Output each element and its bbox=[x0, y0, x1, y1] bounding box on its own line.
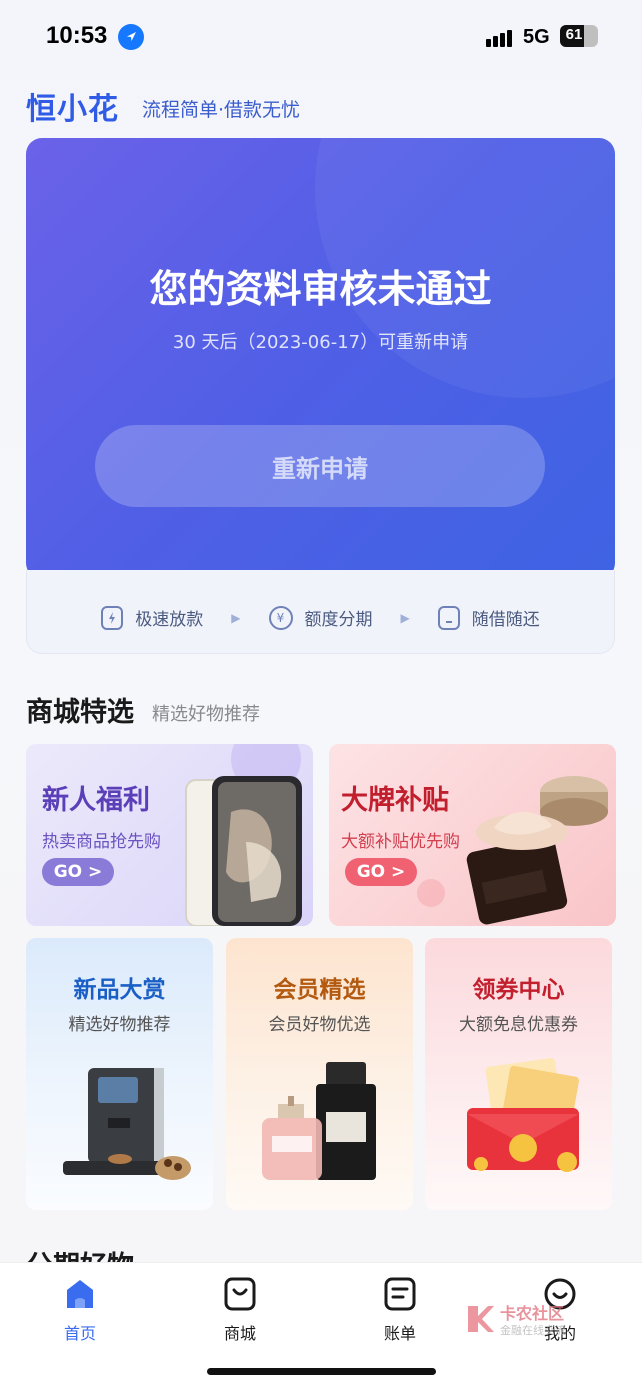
bill-icon bbox=[384, 1277, 416, 1311]
shield-bolt-icon bbox=[101, 605, 124, 630]
category-title: 会员精选 bbox=[273, 977, 366, 1003]
shop-bag-icon bbox=[224, 1277, 256, 1311]
status-time: 10:53 bbox=[46, 22, 108, 49]
promo-title: 大牌补贴 bbox=[341, 785, 449, 816]
mall-section-title: 商城特选 bbox=[26, 697, 134, 728]
perfume-product-image bbox=[262, 1062, 376, 1180]
category-subtitle: 大额免息优惠券 bbox=[459, 1015, 578, 1035]
category-card-new-arrivals[interactable]: 新品大赏 精选好物推荐 bbox=[26, 938, 213, 1210]
feature-fast-loan: 极速放款 bbox=[101, 605, 203, 630]
tab-label: 首页 bbox=[63, 1324, 96, 1343]
home-indicator bbox=[207, 1368, 436, 1375]
promo-subtitle: 热卖商品抢先购 bbox=[42, 832, 161, 852]
promo-subtitle: 大额补贴优先购 bbox=[341, 832, 460, 852]
arrow-right-icon: ▶ bbox=[400, 610, 410, 625]
promo-card-brand-subsidy[interactable]: 大牌补贴 大额补贴优先购 GO > bbox=[329, 744, 616, 926]
mall-section-subtitle: 精选好物推荐 bbox=[152, 704, 260, 725]
feature-flexible-repay: 随借随还 bbox=[437, 605, 540, 630]
promo-title: 新人福利 bbox=[42, 785, 150, 816]
tab-label: 账单 bbox=[383, 1324, 416, 1343]
location-arrow-icon bbox=[118, 24, 144, 50]
community-watermark: 卡农社区 金融在线交流 bbox=[464, 1300, 594, 1340]
feature-label: 极速放款 bbox=[135, 610, 204, 630]
feature-installment: ¥ 额度分期 bbox=[268, 605, 373, 630]
feature-strip: 极速放款 ▶ ¥ 额度分期 ▶ 随借随还 bbox=[26, 570, 615, 654]
category-subtitle: 会员好物优选 bbox=[268, 1015, 371, 1035]
arrow-right-icon: ▶ bbox=[231, 610, 241, 625]
red-envelope-coupon-image bbox=[467, 1058, 579, 1172]
reapply-button[interactable]: 重新申请 bbox=[95, 425, 545, 507]
promo-text-block: 新人福利 热卖商品抢先购 bbox=[42, 778, 161, 852]
tab-bill[interactable]: 账单 bbox=[360, 1276, 440, 1344]
skincare-product-image bbox=[466, 776, 608, 925]
watermark-logo-icon bbox=[468, 1306, 494, 1332]
category-title: 新品大赏 bbox=[73, 977, 166, 1003]
tablet-product-image bbox=[185, 776, 302, 926]
reapply-date-note: 30 天后（2023-06-17）可重新申请 bbox=[172, 332, 469, 353]
go-button[interactable]: GO > bbox=[345, 858, 417, 886]
watermark-subtitle: 金融在线交流 bbox=[500, 1324, 566, 1337]
category-title: 领券中心 bbox=[472, 977, 565, 1003]
review-status-card: 您的资料审核未通过 30 天后（2023-06-17）可重新申请 重新申请 bbox=[26, 138, 615, 579]
watermark-title: 卡农社区 bbox=[500, 1304, 565, 1323]
category-card-member-picks[interactable]: 会员精选 会员好物优选 bbox=[226, 938, 413, 1210]
signal-bars-icon bbox=[486, 28, 514, 47]
feature-label: 随借随还 bbox=[471, 610, 540, 630]
promo-card-new-user[interactable]: 新人福利 热卖商品抢先购 GO > bbox=[26, 744, 313, 926]
brand-logo: 恒小花 bbox=[26, 92, 119, 127]
feature-label: 额度分期 bbox=[304, 610, 373, 630]
phone-icon bbox=[437, 605, 460, 630]
network-type: 5G bbox=[523, 26, 550, 48]
decor-bubble bbox=[417, 879, 445, 907]
home-icon bbox=[67, 1280, 93, 1308]
tab-shop[interactable]: 商城 bbox=[200, 1276, 280, 1344]
promo-text-block: 大牌补贴 大额补贴优先购 bbox=[341, 778, 460, 852]
yen-coin-icon: ¥ bbox=[268, 605, 293, 630]
tab-home[interactable]: 首页 bbox=[40, 1276, 120, 1344]
review-status-title: 您的资料审核未通过 bbox=[149, 267, 492, 311]
go-button[interactable]: GO > bbox=[42, 858, 114, 886]
category-subtitle: 精选好物推荐 bbox=[68, 1015, 171, 1035]
tab-label: 商城 bbox=[223, 1324, 256, 1343]
category-card-coupon-center[interactable]: 领券中心 大额免息优惠券 bbox=[425, 938, 612, 1210]
battery-percent: 61 bbox=[565, 26, 583, 43]
coffee-machine-image bbox=[63, 1068, 191, 1180]
brand-slogan: 流程简单·借款无忧 bbox=[142, 99, 301, 121]
